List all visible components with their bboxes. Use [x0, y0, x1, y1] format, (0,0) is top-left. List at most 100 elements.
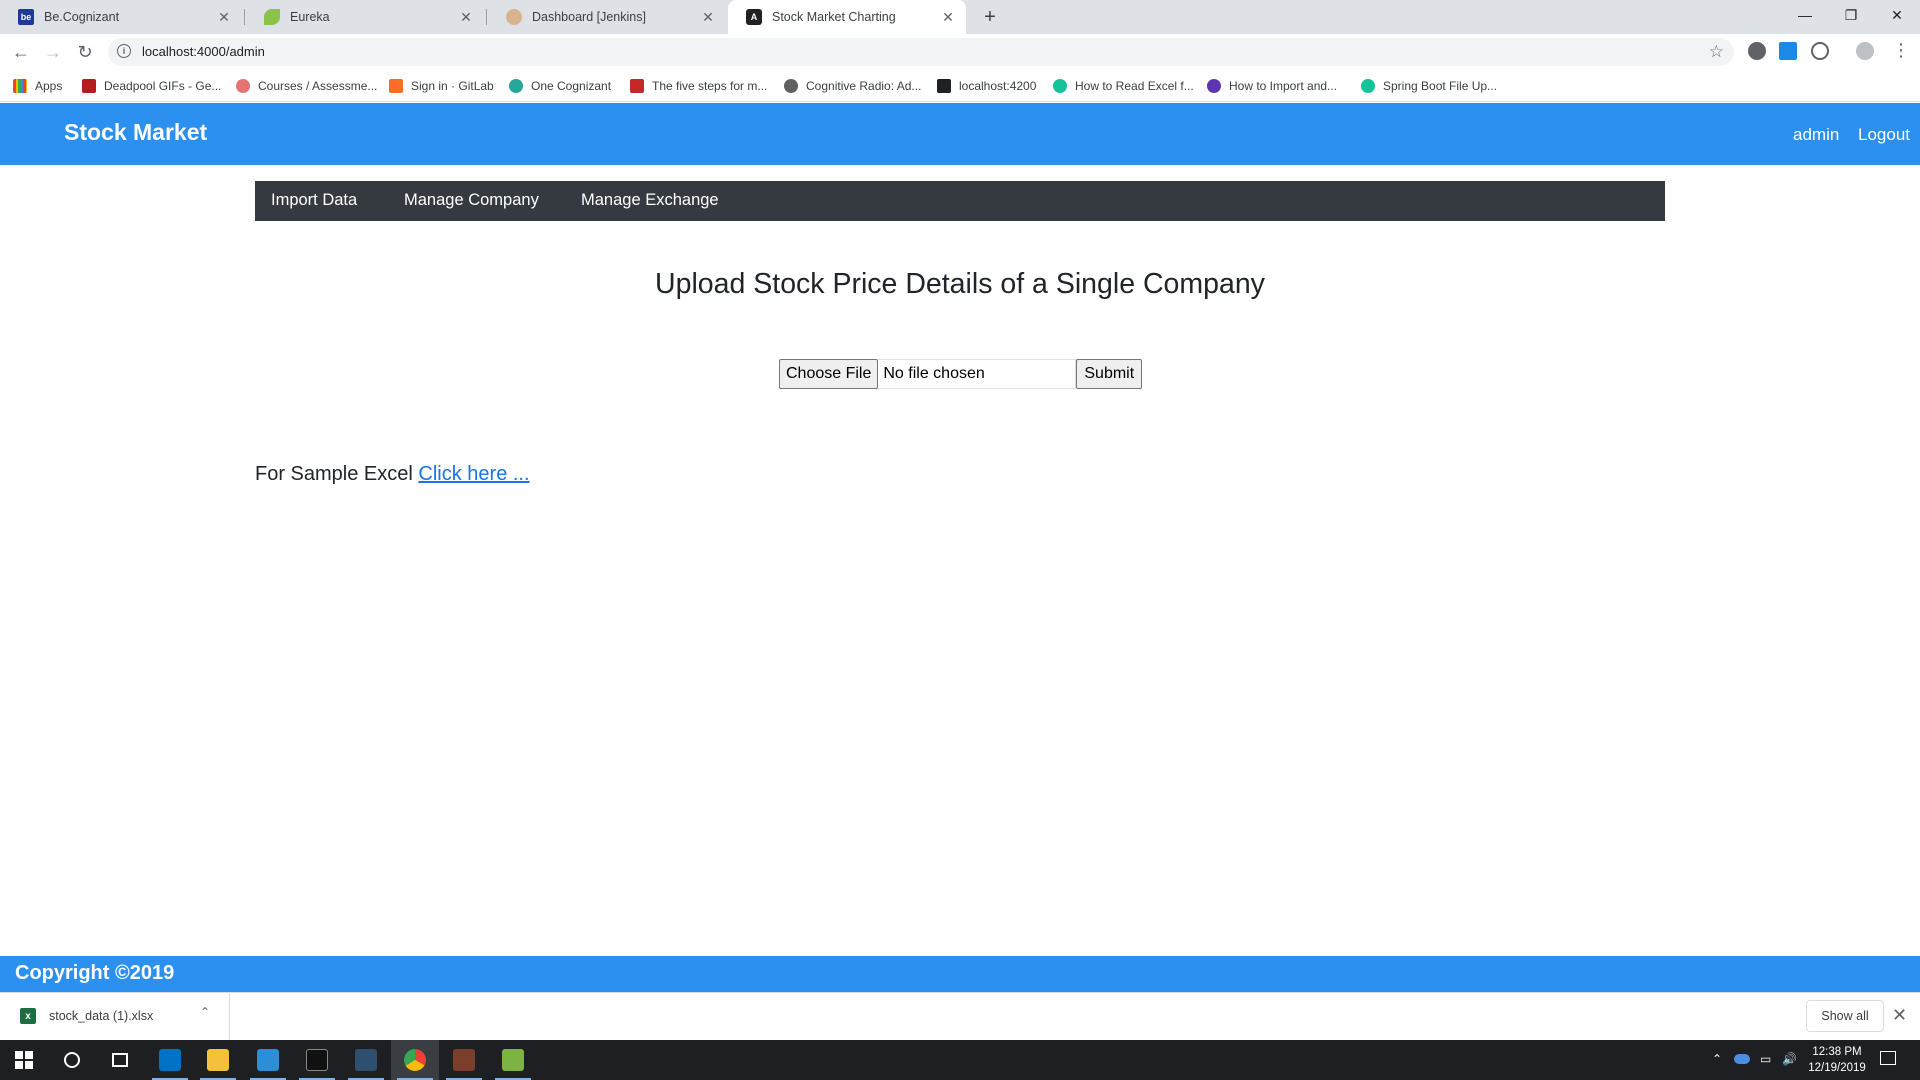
bookmark-item[interactable]: Deadpool GIFs - Ge... [82, 77, 221, 95]
page-title: Upload Stock Price Details of a Single C… [655, 268, 1265, 300]
notifications-icon[interactable] [1880, 1051, 1896, 1065]
bookmark-item[interactable]: Apps [13, 77, 62, 95]
url-text: localhost:4000/admin [142, 44, 265, 59]
bookmark-item[interactable]: localhost:4200 [937, 77, 1036, 95]
bookmark-item[interactable]: One Cognizant [509, 77, 611, 95]
sample-excel-line: For Sample Excel Click here ... [255, 463, 530, 486]
user-link[interactable]: admin [1793, 125, 1839, 145]
restore-icon[interactable]: ❐ [1828, 0, 1874, 30]
forward-arrow-icon[interactable]: → [40, 39, 66, 65]
more-menu-icon[interactable]: ⋮ [1892, 40, 1910, 61]
notepad-icon[interactable] [489, 1040, 537, 1080]
file-status-text: No file chosen [878, 359, 1077, 389]
bookmark-item[interactable]: How to Read Excel f... [1053, 77, 1194, 95]
sample-excel-label: For Sample Excel [255, 463, 413, 485]
tab-title: Be.Cognizant [44, 10, 120, 24]
admin-nav: Import Data Manage Company Manage Exchan… [255, 181, 1665, 221]
profile-avatar-icon[interactable] [1856, 42, 1874, 60]
tab-stock-market-charting[interactable]: A Stock Market Charting ✕ [728, 0, 966, 34]
network-icon[interactable]: ▭ [1760, 1052, 1771, 1066]
app-header: Stock Market admin Logout [0, 103, 1920, 165]
window-close-icon[interactable]: ✕ [1874, 0, 1920, 30]
tab-title: Dashboard [Jenkins] [532, 10, 646, 24]
bookmark-favicon [1053, 79, 1067, 93]
chrome-icon[interactable] [391, 1040, 439, 1080]
sample-excel-link[interactable]: Click here ... [418, 463, 529, 485]
app-brand[interactable]: Stock Market [64, 119, 207, 146]
bookmark-favicon [1207, 79, 1221, 93]
star-icon[interactable]: ☆ [1709, 42, 1724, 62]
bookmarks-bar: Apps Deadpool GIFs - Ge... Courses / Ass… [0, 70, 1920, 102]
close-icon[interactable]: ✕ [216, 9, 232, 25]
bookmark-favicon [236, 79, 250, 93]
bookmark-label: Deadpool GIFs - Ge... [104, 79, 222, 93]
download-bar: x stock_data (1).xlsx ⌃ Show all ✕ [0, 992, 1920, 1041]
new-tab-button[interactable]: + [978, 5, 1002, 29]
task-view-icon[interactable] [96, 1040, 144, 1080]
tab-divider [244, 9, 245, 25]
nav-manage-exchange[interactable]: Manage Exchange [581, 191, 719, 210]
close-icon[interactable]: ✕ [700, 9, 716, 25]
logout-link[interactable]: Logout [1858, 125, 1910, 145]
nav-import-data[interactable]: Import Data [271, 191, 357, 210]
outlook-icon[interactable] [146, 1040, 194, 1080]
bookmark-label: Spring Boot File Up... [1383, 79, 1498, 93]
apps-grid-icon [13, 79, 27, 93]
bookmark-favicon [509, 79, 523, 93]
terminal-icon[interactable] [293, 1040, 341, 1080]
bookmark-label: Courses / Assessme... [258, 79, 378, 93]
bookmark-label: The five steps for m... [652, 79, 768, 93]
extension-icon[interactable] [1811, 42, 1829, 60]
vscode-icon[interactable] [244, 1040, 292, 1080]
close-icon[interactable]: ✕ [1892, 1005, 1907, 1026]
mysql-workbench-icon[interactable] [342, 1040, 390, 1080]
windows-start-icon[interactable] [0, 1040, 48, 1080]
bookmark-label: localhost:4200 [959, 79, 1037, 93]
windows-extension-icon[interactable] [1779, 42, 1797, 60]
taskbar-clock[interactable]: 12:38 PM 12/19/2019 [1802, 1044, 1872, 1076]
tab-title: Stock Market Charting [772, 10, 896, 24]
volume-icon[interactable]: 🔊 [1782, 1052, 1797, 1066]
windows-taskbar: ⌃ ▭ 🔊 12:38 PM 12/19/2019 [0, 1040, 1920, 1080]
tab-jenkins[interactable]: Dashboard [Jenkins] ✕ [488, 0, 726, 34]
angular-favicon: A [746, 9, 762, 25]
bookmark-item[interactable]: Sign in · GitLab [389, 77, 494, 95]
app-icon[interactable] [440, 1040, 488, 1080]
bookmark-item[interactable]: Cognitive Radio: Ad... [784, 77, 921, 95]
close-icon[interactable]: ✕ [940, 9, 956, 25]
minimize-icon[interactable]: — [1782, 0, 1828, 30]
choose-file-button[interactable]: Choose File [779, 359, 879, 389]
clock-time: 12:38 PM [1812, 1046, 1862, 1058]
browser-tab-strip: be Be.Cognizant ✕ Eureka ✕ Dashboard [Je… [0, 0, 1920, 34]
bookmark-item[interactable]: Courses / Assessme... [236, 77, 377, 95]
bookmark-favicon [1361, 79, 1375, 93]
info-icon[interactable]: i [117, 44, 131, 58]
bookmark-item[interactable]: Spring Boot File Up... [1361, 77, 1497, 95]
angular-favicon [937, 79, 951, 93]
bookmark-item[interactable]: How to Import and... [1207, 77, 1337, 95]
tab-eureka[interactable]: Eureka ✕ [246, 0, 484, 34]
bookmark-item[interactable]: The five steps for m... [630, 77, 767, 95]
clock-date: 12/19/2019 [1808, 1062, 1866, 1074]
show-all-button[interactable]: Show all [1806, 1000, 1884, 1032]
extension-icon[interactable] [1748, 42, 1766, 60]
back-arrow-icon[interactable]: ← [8, 39, 34, 65]
search-circle-icon[interactable] [48, 1040, 96, 1080]
gitlab-favicon [389, 79, 403, 93]
bookmark-favicon [82, 79, 96, 93]
tab-be-cognizant[interactable]: be Be.Cognizant ✕ [0, 0, 242, 34]
be-cognizant-favicon: be [18, 9, 34, 25]
browser-toolbar: ← → ↻ i localhost:4000/admin ☆ ⋮ [0, 34, 1920, 70]
chevron-up-icon[interactable]: ⌃ [200, 1005, 210, 1019]
download-item[interactable]: x stock_data (1).xlsx ⌃ [0, 993, 230, 1041]
reload-icon[interactable]: ↻ [72, 39, 98, 65]
tab-title: Eureka [290, 10, 330, 24]
submit-button[interactable]: Submit [1076, 359, 1143, 389]
nav-manage-company[interactable]: Manage Company [404, 191, 539, 210]
close-icon[interactable]: ✕ [458, 9, 474, 25]
address-bar[interactable]: i localhost:4000/admin ☆ [108, 38, 1734, 66]
chevron-up-icon[interactable]: ⌃ [1712, 1052, 1722, 1066]
onedrive-icon[interactable] [1734, 1054, 1750, 1064]
file-explorer-icon[interactable] [194, 1040, 242, 1080]
bookmark-label: One Cognizant [531, 79, 612, 93]
